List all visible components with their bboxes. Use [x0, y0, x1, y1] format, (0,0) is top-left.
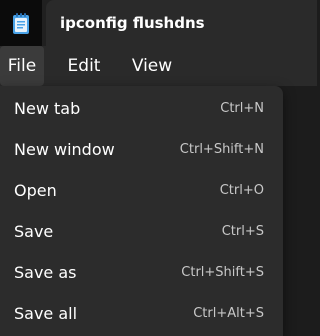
menu-item-shortcut: Ctrl+Alt+S: [193, 306, 264, 321]
menu-bar: File Edit View: [0, 46, 317, 86]
tab-ipconfig-flushdns[interactable]: ipconfig flushdns: [46, 0, 317, 46]
menu-item-save-as[interactable]: Save as Ctrl+Shift+S: [4, 254, 279, 292]
menu-item-shortcut: Ctrl+O: [219, 183, 264, 198]
menu-item-save[interactable]: Save Ctrl+S: [4, 213, 279, 251]
menu-item-shortcut: Ctrl+N: [220, 101, 264, 116]
menu-item-label: Open: [14, 181, 57, 200]
menu-item-shortcut: Ctrl+Shift+S: [181, 265, 264, 280]
file-menu-dropdown: New tab Ctrl+N New window Ctrl+Shift+N O…: [0, 86, 283, 336]
menu-item-save-all[interactable]: Save all Ctrl+Alt+S: [4, 295, 279, 333]
menu-file[interactable]: File: [0, 46, 44, 86]
tab-title: ipconfig flushdns: [60, 14, 205, 32]
menu-item-label: New window: [14, 140, 115, 159]
menu-item-label: Save as: [14, 263, 77, 282]
menu-item-open[interactable]: Open Ctrl+O: [4, 172, 279, 210]
menu-view[interactable]: View: [124, 46, 180, 86]
menu-item-label: Save: [14, 222, 54, 241]
app-icon-container: [0, 0, 42, 46]
menu-item-shortcut: Ctrl+Shift+N: [179, 142, 264, 157]
menu-item-new-tab[interactable]: New tab Ctrl+N: [4, 90, 279, 128]
title-bar: ipconfig flushdns: [0, 0, 317, 46]
menu-edit[interactable]: Edit: [60, 46, 108, 86]
menu-item-label: New tab: [14, 99, 81, 118]
menu-item-shortcut: Ctrl+S: [221, 224, 264, 239]
menu-item-label: Save all: [14, 304, 78, 323]
menu-item-new-window[interactable]: New window Ctrl+Shift+N: [4, 131, 279, 169]
notepad-icon: [11, 13, 31, 39]
